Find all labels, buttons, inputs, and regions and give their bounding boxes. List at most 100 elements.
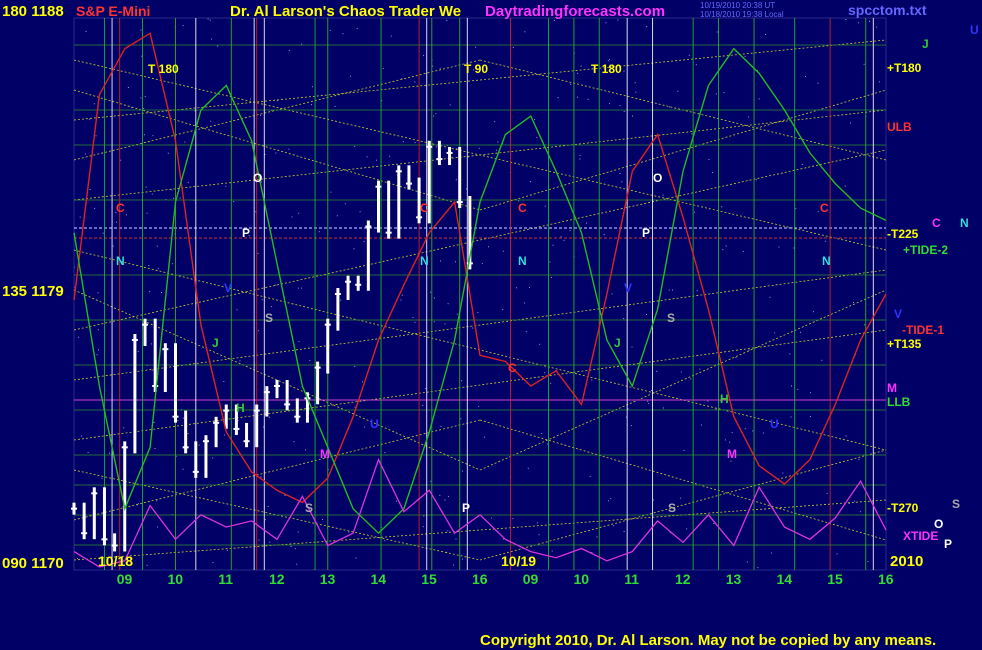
star-dot [757,567,759,569]
star-dot [173,197,175,199]
star-dot [525,331,527,333]
star-dot [668,289,670,291]
star-dot [748,116,750,118]
site-url[interactable]: Daytradingforecasts.com [485,3,665,20]
star-dot [790,416,792,418]
star-dot [97,292,99,294]
star-dot [712,172,714,173]
star-dot [154,448,156,449]
star-dot [836,553,838,555]
star-dot [156,245,158,247]
star-dot [453,564,455,566]
star-dot [821,359,823,361]
star-dot [329,29,331,31]
star-dot [795,208,797,210]
star-dot [534,119,535,121]
hour-tick-label: 16 [472,571,488,587]
star-dot [544,372,546,374]
star-dot [250,98,251,100]
star-dot [182,25,184,26]
star-dot [153,421,155,423]
star-dot [778,246,780,248]
star-dot [700,424,702,426]
star-dot [354,366,356,367]
hour-tick-label: 12 [269,571,285,587]
star-dot [432,65,434,67]
star-dot [143,108,145,109]
star-dot [187,433,189,434]
star-dot [318,231,320,233]
planet-glyph: S [668,501,676,515]
star-dot [648,403,650,405]
star-dot [362,381,363,383]
star-dot [478,147,480,149]
star-dot [305,449,306,451]
timestamp-ut: 10/19/2010 20:38 UT [700,1,775,10]
star-dot [123,427,125,429]
star-dot [577,96,578,98]
star-dot [348,531,350,533]
right-label: V [894,307,902,321]
star-dot [867,561,869,562]
star-dot [563,239,565,241]
star-dot [455,261,456,263]
chaos-trader-chart: C N O P S V J M H U C N O P S V J M H U C N C N S S P C T 180 T 90 T … [0,0,982,650]
star-dot [275,284,277,286]
star-dot [80,435,82,437]
star-dot [342,33,344,35]
star-dot [366,156,368,158]
star-dot [298,212,300,214]
right-label: S [952,497,960,511]
planet-glyph: O [653,171,662,185]
star-dot [646,26,648,28]
star-dot [363,240,365,242]
right-label: -TIDE-1 [902,323,944,337]
star-dot [848,503,850,505]
star-dot [690,378,692,380]
star-dot [695,64,697,66]
star-dot [683,449,685,451]
star-dot [429,291,431,293]
star-dot [384,452,386,454]
t-marker: T 90 [464,62,488,76]
star-dot [484,436,486,438]
star-dot [311,86,313,88]
star-dot [844,185,846,187]
planet-glyph: J [614,336,621,350]
right-label: +TIDE-2 [903,243,948,257]
star-dot [623,531,625,532]
star-dot [809,416,811,417]
star-dot [396,500,397,502]
star-dot [120,159,122,161]
star-dot [439,494,441,496]
star-dot [150,343,152,345]
star-dot [512,47,514,48]
star-dot [536,522,538,524]
star-dot [157,268,159,270]
star-dot [722,249,724,251]
star-dot [478,405,480,407]
star-dot [389,155,391,157]
star-dot [98,349,99,351]
star-dot [589,475,591,477]
y-tick-label: 135 1179 [2,283,64,300]
star-dot [495,149,497,151]
star-dot [653,499,655,501]
star-dot [735,357,737,359]
star-dot [433,321,435,323]
star-dot [552,244,554,246]
star-dot [288,148,290,150]
star-dot [771,552,772,554]
star-dot [354,406,356,408]
planet-glyph: H [236,401,245,415]
star-dot [845,19,847,20]
planet-glyph: N [420,254,429,268]
star-dot [96,354,98,356]
star-dot [529,287,530,288]
star-dot [688,54,690,56]
star-dot [85,30,87,32]
planet-glyph: J [212,336,219,350]
star-dot [187,181,189,183]
y-scale-top: 180 1188 [2,3,64,20]
planet-glyph: S [305,501,313,515]
